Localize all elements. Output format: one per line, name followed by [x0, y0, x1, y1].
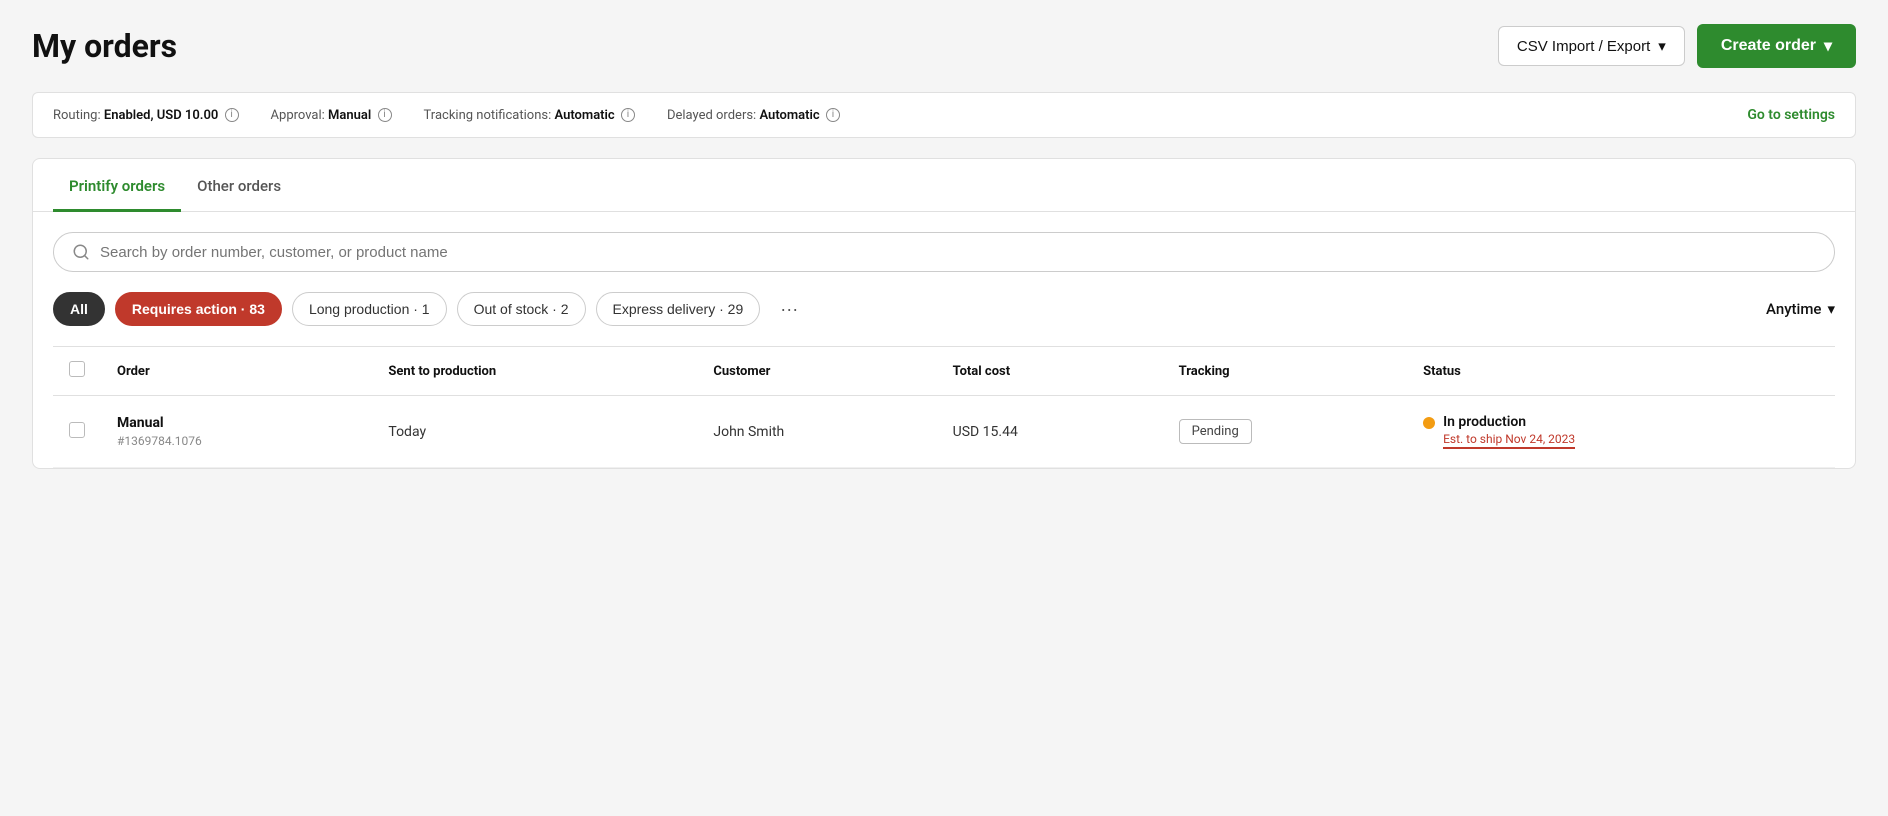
tracking-setting: Tracking notifications: Automatic i	[424, 108, 635, 123]
routing-info-icon[interactable]: i	[225, 108, 239, 122]
status-text: In production	[1443, 414, 1575, 430]
go-to-settings-link[interactable]: Go to settings	[1747, 107, 1835, 123]
tracking-cell: Pending	[1163, 396, 1407, 468]
order-id: #1369784.1076	[117, 434, 356, 448]
tracking-column-header: Tracking	[1163, 347, 1407, 396]
approval-info-icon[interactable]: i	[378, 108, 392, 122]
main-card: Printify orders Other orders All	[32, 158, 1856, 469]
status-cell: In production Est. to ship Nov 24, 2023	[1407, 396, 1835, 468]
total-cost-column-header: Total cost	[937, 347, 1163, 396]
anytime-dropdown[interactable]: Anytime ▾	[1766, 300, 1835, 318]
order-cell: Manual #1369784.1076	[101, 396, 372, 468]
filter-requires-action[interactable]: Requires action · 83	[115, 292, 282, 326]
filter-all[interactable]: All	[53, 292, 105, 326]
status-subtext: Est. to ship Nov 24, 2023	[1443, 432, 1575, 449]
select-all-header	[53, 347, 101, 396]
total-cost-cell: USD 15.44	[937, 396, 1163, 468]
order-name: Manual	[117, 415, 356, 431]
row-checkbox-cell	[53, 396, 101, 468]
filter-express-delivery[interactable]: Express delivery · 29	[596, 292, 761, 326]
page-title: My orders	[32, 27, 177, 65]
delayed-info-icon[interactable]: i	[826, 108, 840, 122]
tab-printify-orders[interactable]: Printify orders	[53, 159, 181, 212]
chevron-down-icon: ▾	[1658, 37, 1666, 55]
create-order-label: Create order	[1721, 37, 1816, 55]
sent-to-production-column-header: Sent to production	[372, 347, 697, 396]
search-input[interactable]	[100, 244, 1816, 261]
table-row: Manual #1369784.1076 Today John Smith US…	[53, 396, 1835, 468]
order-column-header: Order	[101, 347, 372, 396]
search-icon	[72, 243, 90, 261]
filter-out-of-stock[interactable]: Out of stock · 2	[457, 292, 586, 326]
settings-bar: Routing: Enabled, USD 10.00 i Approval: …	[32, 92, 1856, 138]
csv-button-label: CSV Import / Export	[1517, 38, 1650, 55]
filter-row: All Requires action · 83 Long production…	[53, 292, 1835, 326]
header-actions: CSV Import / Export ▾ Create order ▾	[1498, 24, 1856, 68]
csv-import-export-button[interactable]: CSV Import / Export ▾	[1498, 26, 1685, 66]
tracking-info-icon[interactable]: i	[621, 108, 635, 122]
filter-long-production[interactable]: Long production · 1	[292, 292, 447, 326]
tracking-badge[interactable]: Pending	[1179, 419, 1252, 444]
tabs-bar: Printify orders Other orders	[33, 159, 1855, 212]
status-column-header: Status	[1407, 347, 1835, 396]
customer-column-header: Customer	[697, 347, 936, 396]
chevron-down-icon: ▾	[1827, 300, 1835, 318]
chevron-down-icon: ▾	[1824, 36, 1832, 56]
delayed-setting: Delayed orders: Automatic i	[667, 108, 840, 123]
row-checkbox[interactable]	[69, 422, 85, 438]
approval-setting: Approval: Manual i	[271, 108, 392, 123]
orders-table: Order Sent to production Customer Total …	[53, 346, 1835, 468]
search-bar	[53, 232, 1835, 272]
filter-more-button[interactable]: ···	[770, 293, 808, 326]
status-dot-icon	[1423, 417, 1435, 429]
customer-cell: John Smith	[697, 396, 936, 468]
create-order-button[interactable]: Create order ▾	[1697, 24, 1856, 68]
sent-to-production-cell: Today	[372, 396, 697, 468]
routing-setting: Routing: Enabled, USD 10.00 i	[53, 108, 239, 123]
tab-other-orders[interactable]: Other orders	[181, 159, 297, 212]
select-all-checkbox[interactable]	[69, 361, 85, 377]
